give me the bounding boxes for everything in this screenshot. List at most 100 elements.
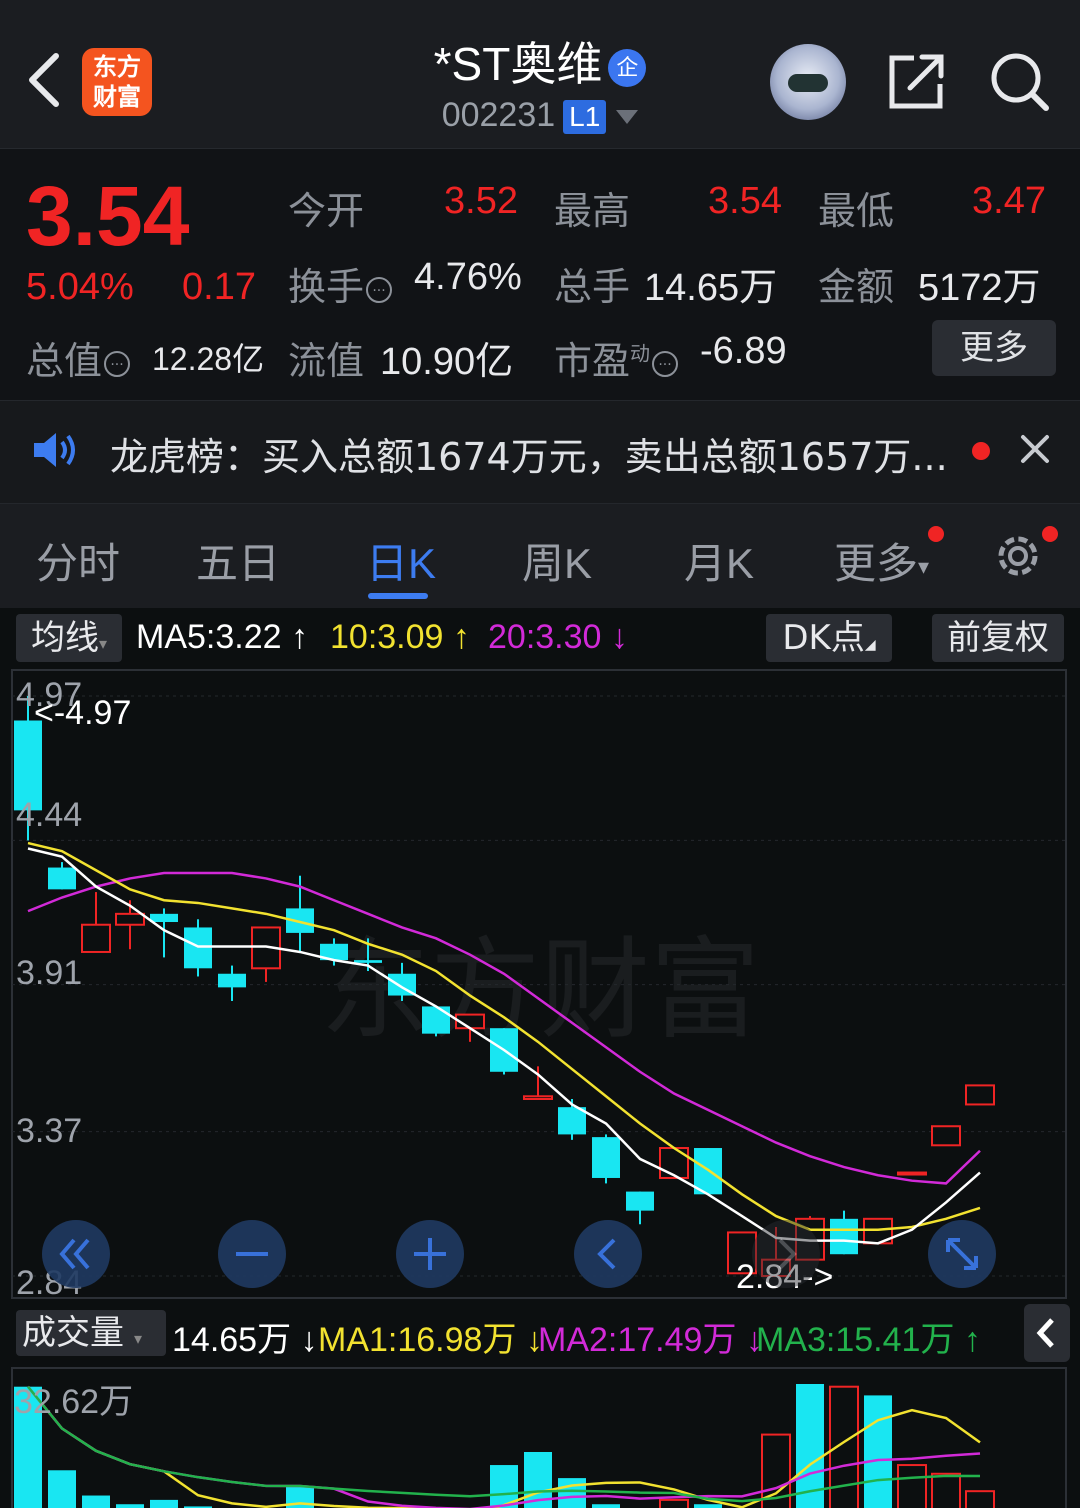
volume-bar[interactable] <box>864 1395 892 1508</box>
low-label: 最低 <box>818 189 895 233</box>
volume-bar[interactable] <box>931 1472 961 1508</box>
info-icon[interactable]: ··· <box>104 350 131 377</box>
zoom-in-button[interactable] <box>396 1220 464 1288</box>
volume-bar[interactable] <box>116 1504 144 1508</box>
turnover-label: 换手 ··· <box>288 256 393 311</box>
scroll-left-button[interactable] <box>574 1220 642 1288</box>
current-price: 3.54 <box>26 169 190 263</box>
tab-weekly-k[interactable]: 周K <box>522 530 592 591</box>
candle-body[interactable] <box>897 1171 927 1176</box>
tab-more[interactable]: 更多▾ <box>834 530 929 591</box>
candle-body[interactable] <box>184 927 212 969</box>
low-value: 3.47 <box>972 180 1046 222</box>
robot-visor <box>788 74 828 92</box>
candle-body[interactable] <box>115 912 145 926</box>
expand-icon <box>946 1238 978 1270</box>
settings-gear-icon[interactable] <box>992 530 1044 582</box>
open-label: 今开 <box>288 189 365 233</box>
assistant-robot-icon[interactable] <box>770 44 846 120</box>
candle-body[interactable] <box>931 1125 961 1147</box>
float-label: 流值 <box>288 339 365 383</box>
fullscreen-button[interactable] <box>928 1220 996 1288</box>
search-icon[interactable] <box>990 52 1050 112</box>
more-dot <box>928 526 944 542</box>
stock-name: *ST奥维 <box>433 38 603 90</box>
high-label: 最高 <box>554 189 631 233</box>
collapse-panel-button[interactable] <box>1024 1304 1070 1362</box>
enterprise-badge: 企 <box>608 48 647 87</box>
notice-text[interactable]: 龙虎榜：买入总额1674万元，卖出总额1657万... <box>110 426 948 481</box>
volume-bar[interactable] <box>965 1490 995 1508</box>
candle-body[interactable] <box>626 1191 654 1211</box>
indicator-select[interactable]: 成交量 ▾ <box>16 1310 166 1356</box>
info-icon[interactable]: ··· <box>652 350 679 377</box>
jump-start-button[interactable] <box>42 1220 110 1288</box>
candlestick-chart[interactable]: 东方财富 <box>0 668 1080 1302</box>
mktcap-value: 12.28亿 <box>152 341 265 377</box>
max-price-label: <-4.97 <box>34 694 132 732</box>
back-arrow-icon[interactable] <box>24 52 64 108</box>
chevron-left-icon <box>1036 1318 1054 1348</box>
volume-bar[interactable] <box>150 1499 178 1508</box>
share-icon[interactable] <box>888 52 946 110</box>
tab-daily-k[interactable]: 日K <box>366 530 436 591</box>
candle-body[interactable] <box>218 973 246 988</box>
dk-point-button[interactable]: DK点◢ <box>766 614 892 662</box>
volume-bar[interactable] <box>48 1470 76 1508</box>
volume-chart[interactable] <box>0 1366 1080 1508</box>
volume-bar[interactable] <box>558 1478 586 1508</box>
zoom-out-button[interactable] <box>218 1220 286 1288</box>
y-tick-label: 4.44 <box>16 796 83 834</box>
tab-intraday[interactable]: 分时 <box>36 530 120 591</box>
close-icon[interactable] <box>1020 434 1050 464</box>
stock-code: 002231 <box>441 96 556 134</box>
volume-bar[interactable] <box>82 1495 110 1508</box>
candle-body[interactable] <box>965 1084 995 1106</box>
tab-monthly-k[interactable]: 月K <box>684 530 754 591</box>
candle-body[interactable] <box>150 913 178 923</box>
level-badge: L1 <box>563 100 607 135</box>
logo-text-top: 东方 <box>93 53 141 81</box>
unread-dot <box>972 442 990 460</box>
volume-ma1: MA1:16.98万 ↓ <box>318 1321 543 1359</box>
candle-body[interactable] <box>354 960 382 963</box>
stock-code-row[interactable]: 002231 L1 <box>380 96 700 135</box>
app-logo[interactable]: 东方 财富 <box>82 48 152 116</box>
candle-body[interactable] <box>659 1147 689 1179</box>
volume-ma2: MA2:17.49万 ↓ <box>538 1321 763 1359</box>
candle-body[interactable] <box>523 1095 553 1101</box>
volume-bar[interactable] <box>897 1464 927 1508</box>
dropdown-triangle-icon[interactable] <box>616 110 639 125</box>
volume-label: 总手 <box>554 265 631 309</box>
plus-icon <box>414 1238 446 1270</box>
scroll-right-button[interactable] <box>752 1220 820 1288</box>
float-value: 10.90亿 <box>380 341 514 383</box>
candle-body[interactable] <box>592 1137 620 1178</box>
candle-body[interactable] <box>422 1006 450 1034</box>
candle-body[interactable] <box>48 867 76 890</box>
high-value: 3.54 <box>708 180 782 222</box>
amount-label: 金额 <box>818 265 895 309</box>
volume-value: 14.65万 <box>644 267 778 309</box>
more-button[interactable]: 更多 <box>932 320 1056 376</box>
ma20-value: 20:3.30 ↓ <box>488 618 628 656</box>
volume-top-label: 32.62万 <box>14 1383 134 1421</box>
ma-type-select[interactable]: 均线▾ <box>16 614 122 662</box>
info-icon[interactable]: ··· <box>366 276 393 303</box>
y-tick-label: 3.37 <box>16 1112 83 1150</box>
chevron-right-icon <box>778 1238 797 1270</box>
open-value: 3.52 <box>444 180 518 222</box>
change-amount: 0.17 <box>182 266 256 308</box>
volume-bar[interactable] <box>592 1504 620 1508</box>
pe-value: -6.89 <box>700 330 787 372</box>
tab-five-day[interactable]: 五日 <box>196 530 280 591</box>
candle-body[interactable] <box>830 1218 858 1255</box>
candle-body[interactable] <box>81 923 111 953</box>
volume-current: 14.65万 ↓ <box>172 1321 318 1359</box>
adjust-select[interactable]: 前复权 <box>932 614 1064 662</box>
volume-bar[interactable] <box>694 1504 722 1508</box>
minus-icon <box>236 1252 268 1256</box>
volume-bar[interactable] <box>659 1498 689 1508</box>
stock-title: *ST奥维企 <box>380 28 700 94</box>
turnover-value: 4.76% <box>414 256 522 298</box>
